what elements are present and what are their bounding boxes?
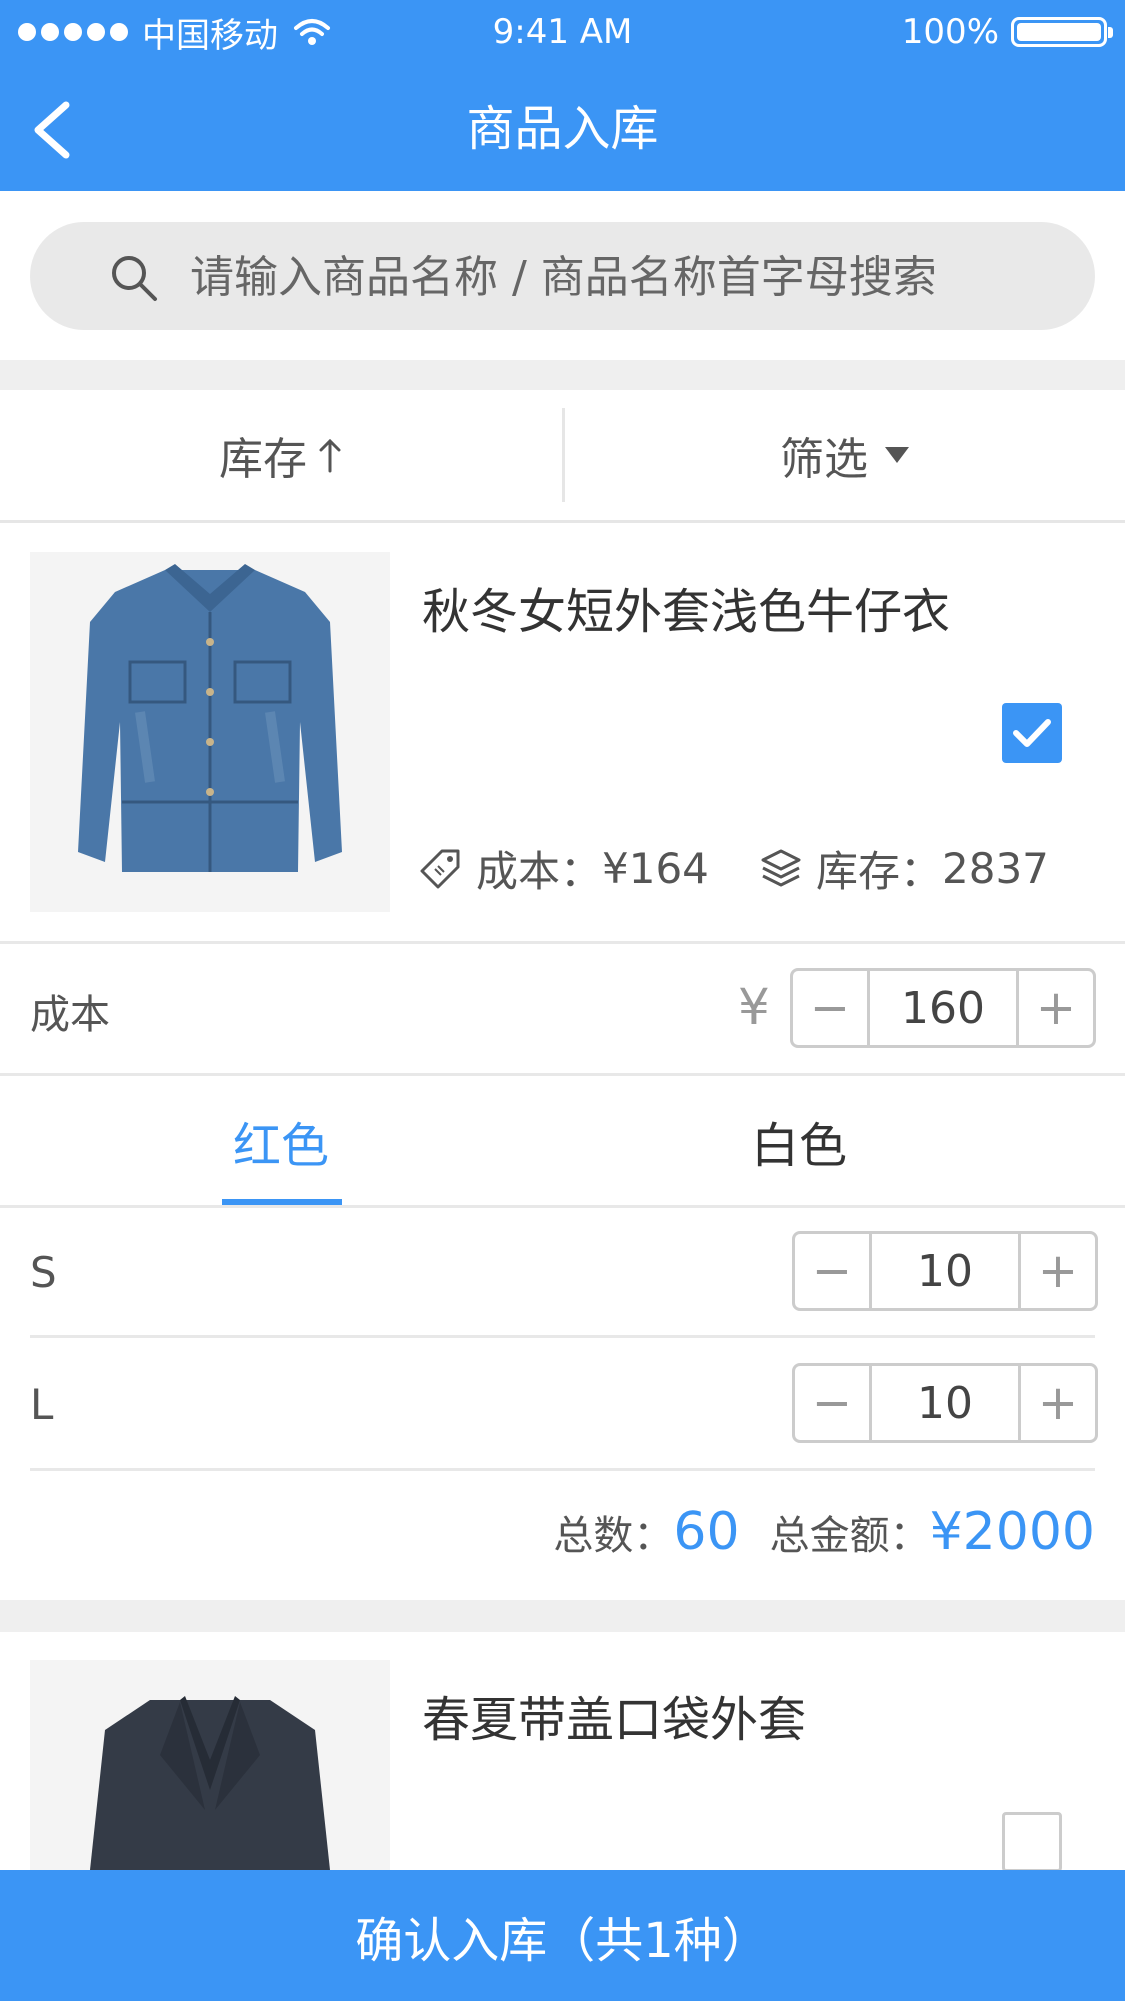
- sort-stock-label: 库存: [219, 434, 307, 485]
- arrow-up-icon: [319, 438, 341, 473]
- product-checkbox-unchecked[interactable]: [1002, 1812, 1062, 1872]
- stock-value: 2837: [942, 843, 1049, 893]
- filter-button[interactable]: 筛选: [565, 390, 1125, 520]
- product-stock-info: 库存： 2837: [760, 838, 1049, 898]
- product-name: 春夏带盖口袋外套: [422, 1692, 807, 1748]
- cost-label: 成本：: [476, 846, 603, 896]
- total-count-label: 总数：: [553, 1513, 674, 1559]
- blazer-image: [30, 1660, 390, 1870]
- total-amount-label: 总金额：: [769, 1513, 930, 1559]
- search-bar[interactable]: [30, 222, 1095, 332]
- total-amount: ¥2000: [929, 1502, 1095, 1562]
- section-divider: [0, 1600, 1125, 1632]
- layers-icon: [761, 849, 801, 887]
- page-title: 商品入库: [466, 101, 659, 157]
- battery-percent: 100%: [901, 12, 999, 52]
- size-l-qty[interactable]: 10: [869, 1366, 1021, 1440]
- divider: [0, 941, 1125, 944]
- product-image[interactable]: [30, 552, 390, 912]
- price-tag-icon: [420, 849, 460, 889]
- increment-button[interactable]: +: [1021, 1366, 1095, 1440]
- checkmark-icon: [1013, 719, 1051, 747]
- product-image[interactable]: [30, 1660, 390, 1870]
- search-icon: [112, 256, 157, 301]
- divider: [0, 1073, 1125, 1076]
- cost-value: ¥164: [602, 843, 709, 893]
- currency-symbol: ¥: [738, 978, 770, 1036]
- divider: [30, 1468, 1095, 1471]
- product-checkbox-checked[interactable]: [1002, 703, 1062, 763]
- filter-label: 筛选: [780, 434, 868, 485]
- decrement-button[interactable]: −: [793, 971, 867, 1045]
- decrement-button[interactable]: −: [795, 1366, 869, 1440]
- top-bar: 中国移动 9:41 AM 100% 商品入库: [0, 0, 1125, 191]
- size-label-l: L: [30, 1380, 54, 1429]
- size-label-s: S: [30, 1248, 57, 1297]
- section-divider: [0, 360, 1125, 390]
- product-name: 秋冬女短外套浅色牛仔衣: [422, 584, 951, 640]
- totals-row: 总数： 60 总金额： ¥2000: [553, 1502, 1095, 1572]
- increment-button[interactable]: +: [1021, 1234, 1095, 1308]
- stock-label: 库存：: [816, 846, 943, 896]
- cost-row-label: 成本: [30, 992, 110, 1038]
- confirm-stock-in-button[interactable]: 确认入库（共1种）: [0, 1870, 1125, 2001]
- tab-white[interactable]: 白色: [518, 1078, 1080, 1204]
- increment-button[interactable]: +: [1019, 971, 1093, 1045]
- size-s-qty[interactable]: 10: [869, 1234, 1021, 1308]
- decrement-button[interactable]: −: [795, 1234, 869, 1308]
- size-l-stepper: − 10 +: [792, 1363, 1098, 1443]
- sort-stock-button[interactable]: 库存: [0, 390, 562, 520]
- product-cost-info: 成本： ¥164: [420, 838, 709, 898]
- search-input[interactable]: [188, 222, 1072, 332]
- battery-icon: [1011, 17, 1113, 47]
- sort-filter-bar: 库存 筛选: [0, 390, 1125, 523]
- tab-red[interactable]: 红色: [0, 1078, 562, 1204]
- size-s-stepper: − 10 +: [792, 1231, 1098, 1311]
- denim-jacket-image: [30, 552, 390, 912]
- divider: [0, 1205, 1125, 1208]
- status-battery-group: 100%: [901, 8, 1113, 56]
- caret-down-icon: [885, 447, 909, 463]
- cost-input[interactable]: 160: [867, 971, 1019, 1045]
- cost-stepper: − 160 +: [790, 968, 1096, 1048]
- total-count: 60: [673, 1502, 740, 1562]
- divider: [30, 1335, 1095, 1338]
